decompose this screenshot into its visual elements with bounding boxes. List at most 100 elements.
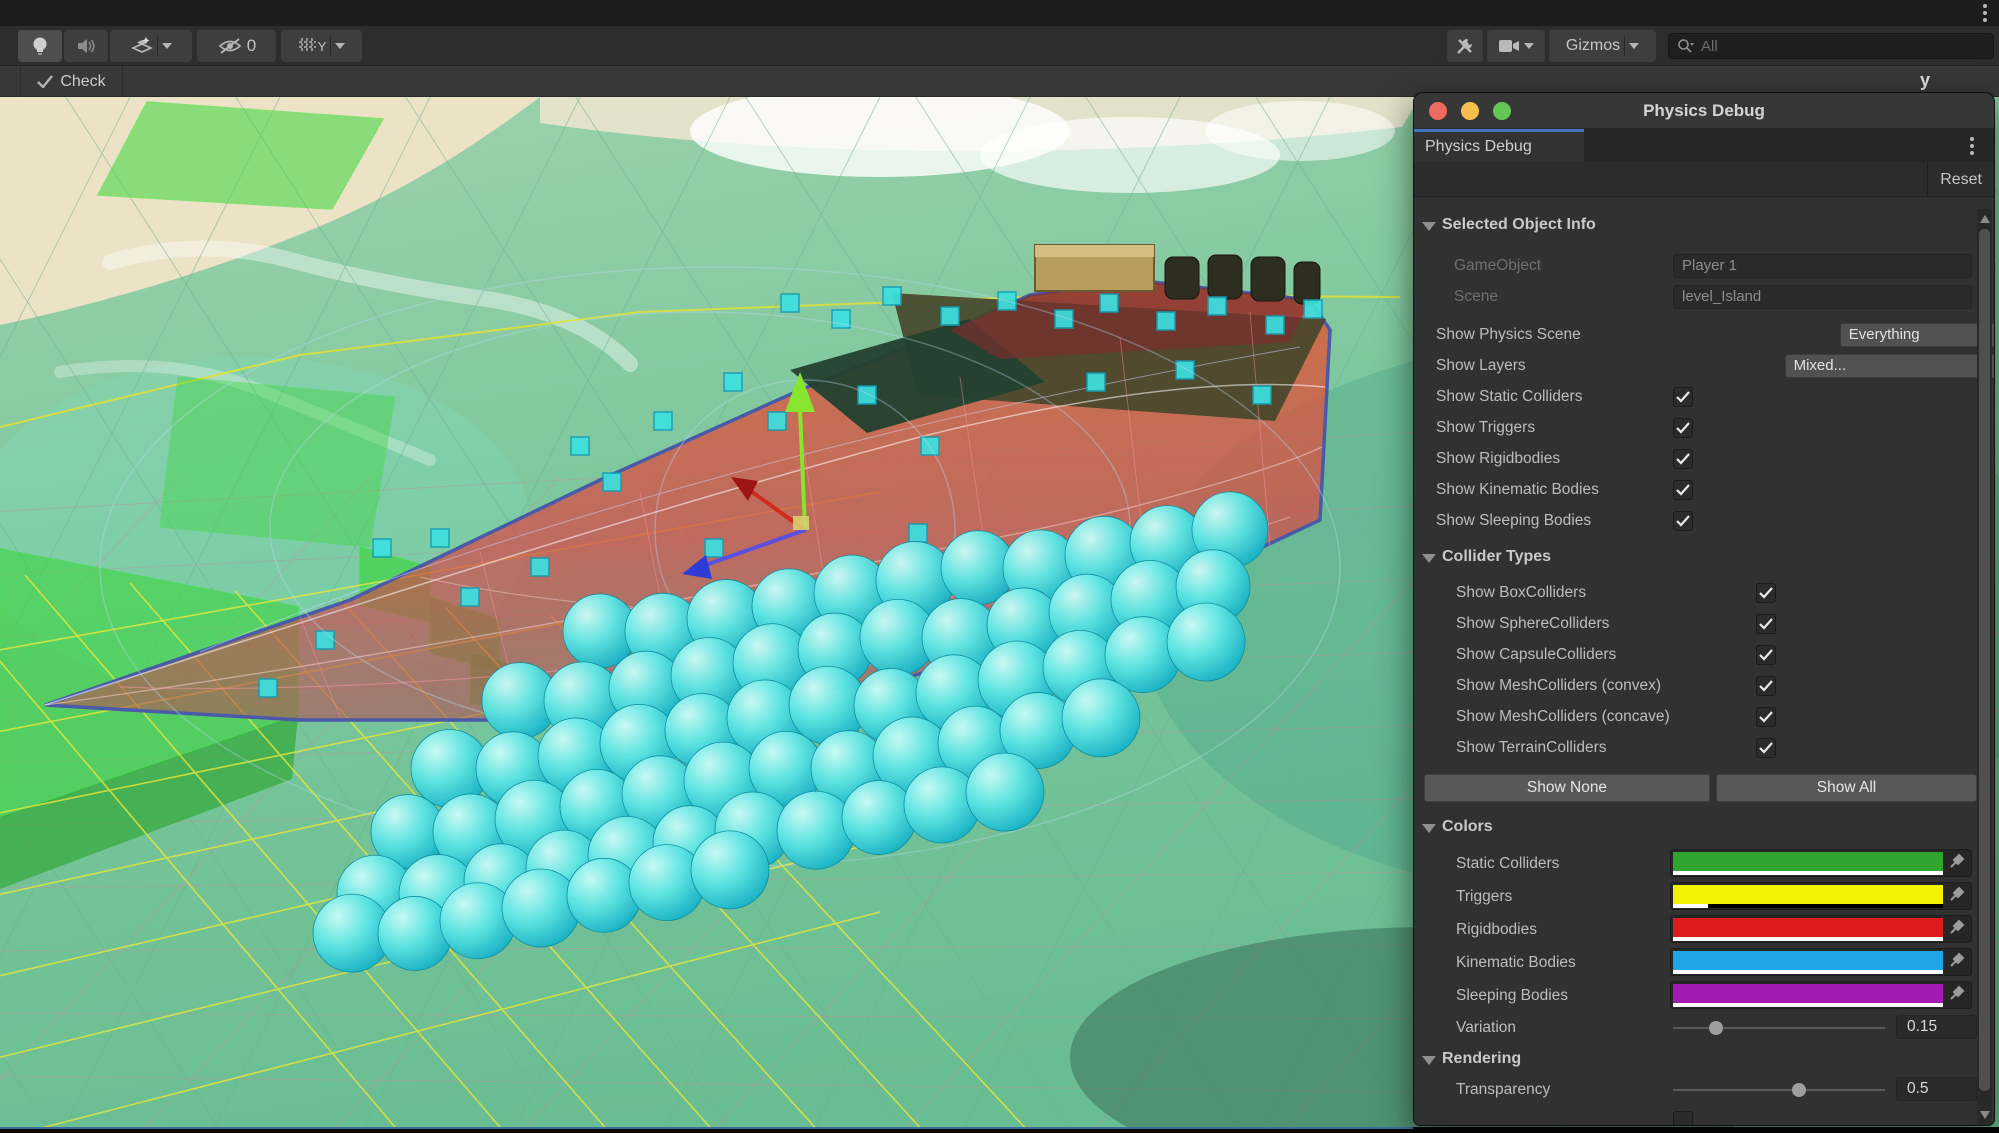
show-all-button[interactable]: Show All xyxy=(1716,774,1977,802)
tools-icon xyxy=(1455,36,1475,56)
color-swatch xyxy=(1673,885,1943,904)
clipped-checkbox[interactable] xyxy=(1673,1111,1693,1127)
speaker-icon xyxy=(76,37,96,55)
variation-slider[interactable] xyxy=(1673,1027,1885,1029)
scene-audio-button[interactable] xyxy=(64,30,108,62)
button-separator xyxy=(1624,36,1625,56)
foldout-arrow-icon[interactable] xyxy=(1422,1056,1436,1065)
show-triggers-checkbox[interactable] xyxy=(1673,418,1693,438)
color-row: Kinematic Bodies xyxy=(1414,946,1994,979)
foam xyxy=(1205,101,1395,161)
section-rendering[interactable]: Rendering xyxy=(1414,1043,1994,1074)
eyedropper-icon[interactable] xyxy=(1946,950,1968,970)
show-rigidbodies-checkbox[interactable] xyxy=(1673,449,1693,469)
variation-value[interactable]: 0.15 xyxy=(1896,1015,1977,1039)
show-terraincolliders-checkbox[interactable] xyxy=(1756,738,1776,758)
gameobject-row: GameObject Player 1 xyxy=(1414,250,1994,281)
show-meshcolliders-convex-checkbox[interactable] xyxy=(1756,676,1776,696)
alpha-track xyxy=(1673,871,1943,875)
show-static-colliders-checkbox[interactable] xyxy=(1673,387,1693,407)
eyedropper-icon[interactable] xyxy=(1946,917,1968,937)
search-input[interactable] xyxy=(1701,38,1941,55)
slider-handle[interactable] xyxy=(1709,1021,1723,1035)
component-tools-button[interactable] xyxy=(1447,30,1483,62)
scene-search-field[interactable] xyxy=(1668,33,1994,59)
gizmo-center-handle[interactable] xyxy=(793,516,809,530)
hidden-count: 0 xyxy=(247,36,256,56)
foldout-arrow-icon[interactable] xyxy=(1422,222,1436,231)
show-meshcolliders-concave-checkbox[interactable] xyxy=(1756,707,1776,727)
scene-lighting-button[interactable] xyxy=(18,30,62,62)
triggers-color-field[interactable] xyxy=(1670,882,1972,910)
chevron-down-icon[interactable] xyxy=(1629,43,1639,49)
lightbulb-icon xyxy=(31,36,49,56)
kebab-menu-icon[interactable] xyxy=(1983,4,1987,22)
chevron-down-icon[interactable] xyxy=(162,43,172,49)
static-colliders-color-field[interactable] xyxy=(1670,849,1972,877)
scene-field: level_Island xyxy=(1673,285,1972,309)
section-selected-object-info[interactable]: Selected Object Info xyxy=(1414,209,1994,240)
eyedropper-icon[interactable] xyxy=(1946,983,1968,1003)
rigidbodies-color-field[interactable] xyxy=(1670,915,1972,943)
eyedropper-icon[interactable] xyxy=(1946,884,1968,904)
tab-kebab-menu-icon[interactable] xyxy=(1970,137,1974,155)
gizmos-label: Gizmos xyxy=(1566,37,1620,55)
slider-handle[interactable] xyxy=(1792,1083,1806,1097)
toggle-row: Show Static Colliders xyxy=(1414,381,1994,412)
bottom-dock-edge xyxy=(0,1127,1999,1133)
chevron-down-icon[interactable] xyxy=(1524,43,1534,49)
window-titlebar[interactable]: Physics Debug xyxy=(1414,93,1994,129)
color-swatch xyxy=(1673,852,1943,871)
alpha-track xyxy=(1673,904,1943,908)
hidden-objects-button[interactable]: 0 xyxy=(197,30,276,62)
alpha-track xyxy=(1673,1003,1943,1007)
check-toggle[interactable]: Check xyxy=(20,66,123,97)
section-colors[interactable]: Colors xyxy=(1414,811,1994,842)
show-boxcolliders-checkbox[interactable] xyxy=(1756,583,1776,603)
foldout-arrow-icon[interactable] xyxy=(1422,554,1436,563)
panel-toolbar: Reset xyxy=(1414,162,1994,197)
color-swatch xyxy=(1673,984,1943,1003)
chevron-down-icon[interactable] xyxy=(335,43,345,49)
show-sleeping-bodies-checkbox[interactable] xyxy=(1673,511,1693,531)
show-capsulecolliders-checkbox[interactable] xyxy=(1756,645,1776,665)
reset-button[interactable]: Reset xyxy=(1927,162,1994,197)
sleeping-bodies-color-field[interactable] xyxy=(1670,981,1972,1009)
color-row: Static Colliders xyxy=(1414,847,1994,880)
scroll-up-arrow-icon[interactable] xyxy=(1980,215,1990,223)
scene-effects-button[interactable] xyxy=(110,30,192,62)
panel-scrollbar[interactable] xyxy=(1977,209,1992,1125)
eyedropper-icon[interactable] xyxy=(1946,851,1968,871)
physics-scene-dropdown[interactable]: Everything xyxy=(1840,323,1994,347)
scene-row: Scene level_Island xyxy=(1414,281,1994,312)
toggle-row: Show MeshColliders (concave) xyxy=(1414,701,1994,732)
show-none-button[interactable]: Show None xyxy=(1424,774,1710,802)
tab-bar: Physics Debug xyxy=(1414,129,1994,162)
show-spherecolliders-checkbox[interactable] xyxy=(1756,614,1776,634)
transparency-value[interactable]: 0.5 xyxy=(1896,1077,1977,1101)
foldout-arrow-icon[interactable] xyxy=(1422,824,1436,833)
window-title-strip xyxy=(0,0,1999,26)
layers-dropdown[interactable]: Mixed... xyxy=(1785,354,1994,378)
toggle-row: Show TerrainColliders xyxy=(1414,732,1994,763)
grid-visibility-button[interactable]: Y xyxy=(281,30,362,62)
tab-physics-debug[interactable]: Physics Debug xyxy=(1414,129,1584,162)
section-collider-types[interactable]: Collider Types xyxy=(1414,541,1994,572)
gizmos-button[interactable]: Gizmos xyxy=(1549,30,1656,62)
scrollbar-thumb[interactable] xyxy=(1979,229,1990,1091)
dock-highlight xyxy=(0,1127,1413,1129)
grid-axis-label: Y xyxy=(318,39,327,54)
panel-content: Selected Object Info GameObject Player 1… xyxy=(1414,197,1994,1126)
search-icon xyxy=(1677,38,1695,54)
kinematic-bodies-color-field[interactable] xyxy=(1670,948,1972,976)
toggle-row: Show BoxColliders xyxy=(1414,577,1994,608)
alpha-track xyxy=(1673,970,1943,974)
unity-editor: 0 Y Gizmos Check y xyxy=(0,0,1999,1133)
color-swatch xyxy=(1673,951,1943,970)
check-label: Check xyxy=(60,73,105,91)
toggle-row: Show SphereColliders xyxy=(1414,608,1994,639)
scene-camera-button[interactable] xyxy=(1487,30,1545,62)
transparency-slider[interactable] xyxy=(1673,1089,1885,1091)
scroll-down-arrow-icon[interactable] xyxy=(1980,1111,1990,1119)
show-kinematic-bodies-checkbox[interactable] xyxy=(1673,480,1693,500)
